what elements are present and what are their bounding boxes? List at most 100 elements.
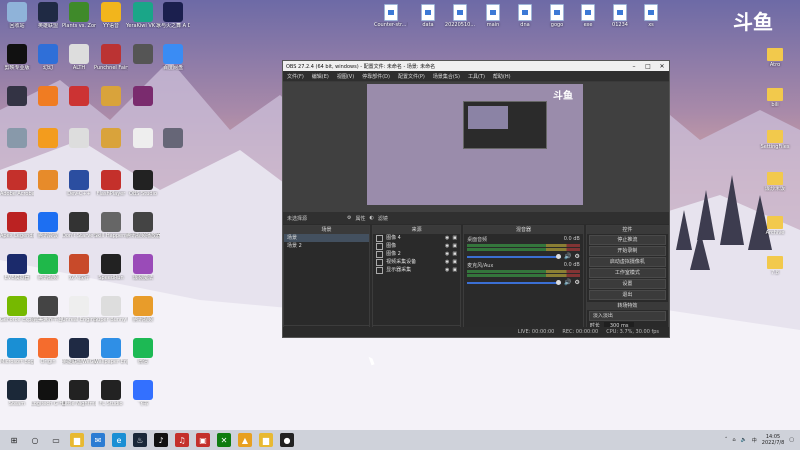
desktop-icon[interactable] xyxy=(62,86,96,107)
desktop-icon[interactable]: Don't Starve Together xyxy=(62,212,96,239)
control-button[interactable]: 停止推流 xyxy=(588,235,666,245)
desktop-icon[interactable]: 腾讯视频 xyxy=(126,296,160,323)
desktop-icon[interactable] xyxy=(94,86,128,107)
notification-icon[interactable]: ▢ xyxy=(789,437,794,443)
source-item[interactable]: 图像 ◉ ▣ xyxy=(373,242,460,250)
desktop-icon[interactable]: Little Nightmares xyxy=(62,380,96,407)
desktop-icon[interactable]: Adobe Acrobat DC xyxy=(0,170,34,197)
desktop-icon[interactable]: 英雄联盟 xyxy=(31,2,65,29)
desktop-icon[interactable]: 腾讯视频播放器 xyxy=(126,212,160,239)
source-item[interactable]: 视频采集设备 ◉ ▣ xyxy=(373,258,460,266)
control-button[interactable]: 设置 xyxy=(588,279,666,289)
obs-preview-area[interactable]: 斗鱼 xyxy=(283,82,669,212)
obs-icon[interactable]: ● xyxy=(280,433,294,447)
desktop-icon[interactable] xyxy=(94,128,128,149)
desktop-icon[interactable]: YY语音 xyxy=(94,2,128,29)
desktop-icon[interactable]: 腾讯视频 xyxy=(31,254,65,281)
desktop-folder[interactable]: Atro xyxy=(758,48,792,68)
control-button[interactable]: 启动虚拟摄像机 xyxy=(588,257,666,267)
filters-button[interactable]: 滤镜 xyxy=(378,215,388,222)
windows-start-icon[interactable]: ⊞ xyxy=(7,433,21,447)
speaker-icon[interactable]: 🔊 xyxy=(564,253,571,260)
desktop-icon[interactable]: Skill Happens xyxy=(94,212,128,239)
desktop-icon[interactable] xyxy=(0,128,34,149)
desktop-icon[interactable]: Logitech G HUB xyxy=(31,380,65,407)
desktop-icon[interactable]: 回收站 xyxy=(0,2,34,29)
volume-icon[interactable]: 🔈 xyxy=(741,437,747,443)
desktop-icon[interactable]: 微信 xyxy=(126,338,160,365)
desktop-file[interactable]: main xyxy=(476,4,510,28)
ime-indicator[interactable]: 中 xyxy=(752,437,757,444)
gear-icon[interactable]: ⚙ xyxy=(347,215,351,221)
desktop-icon[interactable] xyxy=(156,128,190,149)
menu-item[interactable]: 停靠部件(D) xyxy=(358,73,394,80)
desktop-icon[interactable]: 英雄联盟WeGame版 xyxy=(62,338,96,365)
desktop-file[interactable]: 20220510... xyxy=(443,4,477,28)
desktop-folder[interactable]: 7.8 xyxy=(758,256,792,276)
steam-icon[interactable]: ♨ xyxy=(133,433,147,447)
desktop-file[interactable]: gogo xyxy=(540,4,574,28)
desktop-file[interactable]: exe xyxy=(571,4,605,28)
desktop-icon[interactable]: Apex Legends xyxy=(0,212,34,239)
netease-music-icon[interactable]: ♫ xyxy=(175,433,189,447)
desktop-icon[interactable]: ALTH xyxy=(62,44,96,71)
desktop-icon[interactable] xyxy=(31,128,65,149)
file-explorer-icon[interactable]: ▆ xyxy=(70,433,84,447)
desktop-file[interactable]: dna xyxy=(508,4,542,28)
mail-icon[interactable]: ✉ xyxy=(91,433,105,447)
close-icon[interactable]: ✕ xyxy=(655,63,669,70)
desktop-icon[interactable]: 腾讯会议 xyxy=(31,212,65,239)
volume-slider[interactable] xyxy=(467,279,561,285)
properties-button[interactable]: 属性 xyxy=(356,215,366,222)
desktop-icon[interactable] xyxy=(0,86,34,107)
desktop-icon[interactable] xyxy=(126,44,160,65)
desktop-icon[interactable]: FL Studio xyxy=(94,380,128,407)
lock-icon[interactable]: ▣ xyxy=(452,242,457,250)
desktop-icon[interactable]: 完美世界平台 xyxy=(31,296,65,323)
desktop-icon[interactable]: Dev-C++ xyxy=(62,170,96,197)
desktop-icon[interactable] xyxy=(126,128,160,149)
desktop-icon[interactable] xyxy=(126,86,160,107)
eye-icon[interactable]: ◉ xyxy=(445,250,449,258)
menu-item[interactable]: 帮助(H) xyxy=(489,73,515,80)
desktop-icon[interactable]: EVE模拟器 xyxy=(0,254,34,281)
desktop-icon[interactable]: Unreal Engine xyxy=(62,296,96,323)
desktop-icon[interactable]: 冰与火之舞 A Dance of F... xyxy=(156,2,190,29)
desktop-folder[interactable]: SettingFiles xyxy=(758,130,792,150)
lock-icon[interactable]: ▣ xyxy=(452,234,457,242)
desktop-icon[interactable] xyxy=(62,128,96,149)
menu-item[interactable]: 文件(F) xyxy=(283,73,308,80)
eye-icon[interactable]: ◉ xyxy=(445,266,449,274)
maximize-icon[interactable]: □ xyxy=(641,63,655,70)
scene-item[interactable]: 场景 2 xyxy=(284,242,369,250)
control-button[interactable]: 退出 xyxy=(588,290,666,300)
filter-icon[interactable]: ◐ xyxy=(370,215,374,221)
obs-window[interactable]: OBS 27.2.4 (64 bit, windows) - 配置文件: 未命名… xyxy=(282,60,670,338)
desktop-file[interactable]: xs xyxy=(634,4,668,28)
desktop-file[interactable]: 01234 xyxy=(603,4,637,28)
game-icon[interactable]: ▲ xyxy=(238,433,252,447)
volume-slider-knob[interactable] xyxy=(555,253,561,259)
menu-item[interactable]: 场景集合(S) xyxy=(429,73,464,80)
desktop-icon[interactable] xyxy=(31,170,65,191)
desktop-file[interactable]: data xyxy=(411,4,445,28)
network-icon[interactable]: ⌂ xyxy=(732,437,735,443)
source-item[interactable]: 显示器采集 ◉ ▣ xyxy=(373,266,460,274)
desktop-file[interactable]: Counter-str... Global Of... xyxy=(374,4,408,28)
speaker-icon[interactable]: 🔊 xyxy=(564,279,571,286)
menu-item[interactable]: 配置文件(P) xyxy=(394,73,429,80)
desktop-icon[interactable]: 剪映专业版 xyxy=(0,44,34,71)
folder-icon[interactable]: ▆ xyxy=(259,433,273,447)
desktop-icon[interactable]: FlashPlayer xyxy=(94,170,128,197)
tiktok-icon[interactable]: ♪ xyxy=(154,433,168,447)
control-button[interactable]: 开始录制 xyxy=(588,246,666,256)
desktop-icon[interactable]: 飞书 xyxy=(126,380,160,407)
lock-icon[interactable]: ▣ xyxy=(452,250,457,258)
desktop-icon[interactable]: Punchnel Fairy xyxy=(94,44,128,71)
search-icon[interactable]: ○ xyxy=(28,433,42,447)
obs-preview-canvas[interactable]: 斗鱼 xyxy=(367,84,583,205)
desktop-icon[interactable]: Microsoft Edge xyxy=(0,338,34,365)
desktop-icon[interactable]: 幻幻 xyxy=(31,44,65,71)
control-button[interactable]: 工作室模式 xyxy=(588,268,666,278)
lock-icon[interactable]: ▣ xyxy=(452,258,457,266)
